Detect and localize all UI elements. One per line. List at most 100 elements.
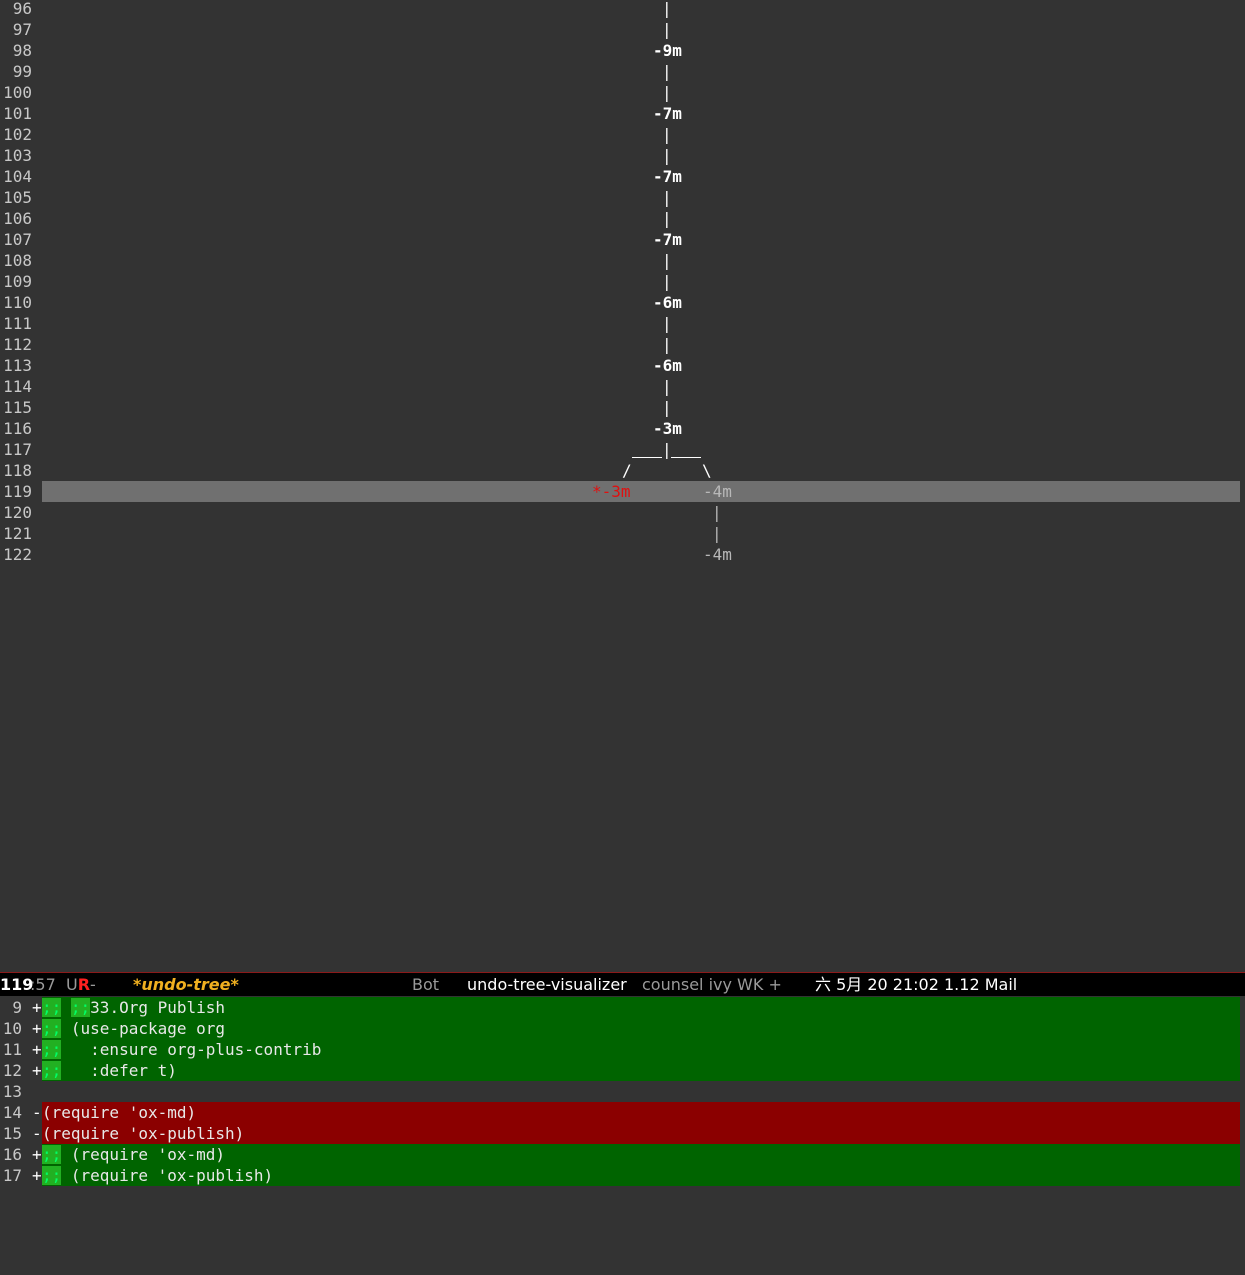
tree-edge: \ bbox=[702, 461, 712, 480]
tree-edge: | bbox=[662, 20, 672, 39]
undo-node[interactable]: -7m bbox=[653, 103, 682, 124]
diff-text: (use-package org bbox=[61, 1019, 226, 1038]
tree-edge: | bbox=[662, 272, 672, 291]
undo-node[interactable]: -4m bbox=[703, 544, 732, 565]
line-number: 100 bbox=[3, 83, 32, 102]
current-line-highlight bbox=[42, 481, 1240, 502]
diff-added-line: 10 +;; (use-package org bbox=[0, 1018, 1240, 1039]
diff-removed-line: 14- (require 'ox-md) bbox=[0, 1102, 1240, 1123]
diff-text: 33.Org Publish bbox=[90, 998, 226, 1017]
tree-edge: | bbox=[662, 209, 672, 228]
diff-text: (require 'ox-md) bbox=[61, 1145, 226, 1164]
diff-added-line: 12 +;; :defer t) bbox=[0, 1060, 1240, 1081]
comment-marker: ;; bbox=[42, 1166, 62, 1185]
line-number: 114 bbox=[3, 377, 32, 396]
line-number: 96 bbox=[12, 0, 32, 18]
diff-text: (require 'ox-publish) bbox=[42, 1124, 245, 1143]
diff-text: :defer t) bbox=[61, 1061, 177, 1080]
undo-node[interactable]: -7m bbox=[653, 229, 682, 250]
line-number: 102 bbox=[3, 125, 32, 144]
diff-text: (require 'ox-publish) bbox=[61, 1166, 274, 1185]
diff-added-line: 9 +;; ;;33.Org Publish bbox=[0, 997, 1240, 1018]
current-undo-node[interactable]: *-3m bbox=[592, 481, 631, 502]
diff-added-line: 11 +;; :ensure org-plus-contrib bbox=[0, 1039, 1240, 1060]
undo-node[interactable]: -6m bbox=[653, 355, 682, 376]
line-number: 110 bbox=[3, 293, 32, 312]
modeline-column: :57 bbox=[30, 975, 56, 994]
diff-sign: + bbox=[32, 1019, 42, 1038]
tree-branch-bar bbox=[632, 457, 662, 458]
diff-line-number: 17 bbox=[2, 1166, 22, 1185]
diff-line-number: 13 bbox=[2, 1082, 22, 1101]
line-number: 116 bbox=[3, 419, 32, 438]
mode-line: 119 :57 UR- *undo-tree* Bot undo-tree-vi… bbox=[0, 972, 1245, 996]
diff-line-number: 9 bbox=[12, 998, 22, 1017]
line-number: 101 bbox=[3, 104, 32, 123]
tree-branch-bar bbox=[671, 457, 701, 458]
tree-edge: | bbox=[662, 314, 672, 333]
tree-edge: | bbox=[662, 83, 672, 102]
line-number: 121 bbox=[3, 524, 32, 543]
diff-line-number: 14 bbox=[2, 1103, 22, 1122]
tree-edge: | bbox=[662, 251, 672, 270]
diff-sign: + bbox=[32, 998, 42, 1017]
diff-context-line: 13 bbox=[0, 1081, 1240, 1102]
tree-edge: | bbox=[712, 524, 722, 543]
diff-sign: + bbox=[32, 1145, 42, 1164]
diff-sign: + bbox=[32, 1040, 42, 1059]
modeline-minor-modes[interactable]: counsel ivy WK + bbox=[642, 973, 782, 997]
line-number: 99 bbox=[12, 62, 32, 81]
undo-node[interactable]: -3m bbox=[653, 418, 682, 439]
line-number: 106 bbox=[3, 209, 32, 228]
undo-node[interactable]: -4m bbox=[703, 481, 732, 502]
comment-marker: ;; bbox=[42, 1040, 62, 1059]
comment-marker: ;; bbox=[42, 1145, 62, 1164]
diff-line-number: 16 bbox=[2, 1145, 22, 1164]
comment-marker: ;; bbox=[70, 998, 91, 1017]
line-number: 105 bbox=[3, 188, 32, 207]
diff-sign: - bbox=[32, 1103, 42, 1122]
undo-node[interactable]: -6m bbox=[653, 292, 682, 313]
tree-edge: | bbox=[662, 125, 672, 144]
line-number: 112 bbox=[3, 335, 32, 354]
tree-edge: / bbox=[622, 461, 632, 480]
line-number: 103 bbox=[3, 146, 32, 165]
line-number: 115 bbox=[3, 398, 32, 417]
diff-added-line: 17 +;; (require 'ox-publish) bbox=[0, 1165, 1240, 1186]
line-number: 118 bbox=[3, 461, 32, 480]
diff-line-number: 15 bbox=[2, 1124, 22, 1143]
diff-line-content: ;; :defer t) bbox=[42, 1060, 1240, 1081]
diff-sign: + bbox=[32, 1166, 42, 1185]
modeline-buffer-state: UR- bbox=[66, 973, 96, 997]
diff-text: :ensure org-plus-contrib bbox=[61, 1040, 322, 1059]
tree-edge: | bbox=[662, 62, 672, 81]
diff-text: (require 'ox-md) bbox=[42, 1103, 197, 1122]
comment-marker: ;; bbox=[42, 998, 62, 1017]
line-number: 111 bbox=[3, 314, 32, 333]
undo-tree-diff-pane[interactable]: 9 +;; ;;33.Org Publish 10 +;; (use-package … bbox=[0, 997, 1245, 1275]
diff-line-content: (require 'ox-md) bbox=[42, 1102, 1240, 1123]
line-number: 109 bbox=[3, 272, 32, 291]
line-number: 120 bbox=[3, 503, 32, 522]
tree-edge: | bbox=[712, 503, 722, 522]
diff-line-content: ;; (use-package org bbox=[42, 1018, 1240, 1039]
diff-line-content: ;; :ensure org-plus-contrib bbox=[42, 1039, 1240, 1060]
modeline-major-mode[interactable]: undo-tree-visualizer bbox=[467, 973, 627, 997]
diff-line-number: 10 bbox=[2, 1019, 22, 1038]
modeline-readonly-flag: R bbox=[77, 975, 91, 994]
undo-node[interactable]: -7m bbox=[653, 166, 682, 187]
diff-line-content bbox=[42, 1081, 1240, 1102]
diff-sign: + bbox=[32, 1061, 42, 1080]
tree-edge: | bbox=[662, 188, 672, 207]
undo-tree-pane[interactable]: 96 97 98 99 100 101 102 103 104 105 106 107 108 109 11… bbox=[0, 0, 1245, 972]
diff-added-line: 16 +;; (require 'ox-md) bbox=[0, 1144, 1240, 1165]
line-number: 104 bbox=[3, 167, 32, 186]
comment-marker: ;; bbox=[42, 1019, 62, 1038]
diff-line-content: ;; (require 'ox-publish) bbox=[42, 1165, 1240, 1186]
diff-line-content: ;; ;;33.Org Publish bbox=[42, 997, 1240, 1018]
modeline-state-prefix: U bbox=[66, 975, 78, 994]
tree-edge: | bbox=[662, 335, 672, 354]
undo-node[interactable]: -9m bbox=[653, 40, 682, 61]
modeline-buffer-name[interactable]: *undo-tree* bbox=[133, 973, 239, 997]
modeline-position: Bot bbox=[412, 975, 440, 994]
